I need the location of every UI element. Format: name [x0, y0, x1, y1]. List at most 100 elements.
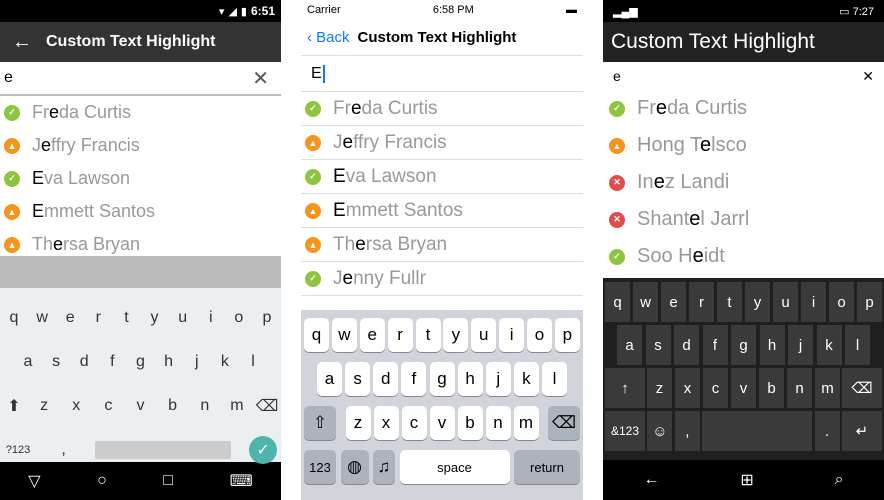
- space-key[interactable]: space: [399, 450, 510, 484]
- key-p[interactable]: p: [253, 296, 281, 340]
- key-s[interactable]: s: [42, 340, 70, 384]
- key-a[interactable]: a: [317, 362, 342, 396]
- key-c[interactable]: c: [94, 384, 122, 428]
- comma-key[interactable]: ,: [50, 428, 78, 472]
- key-u[interactable]: u: [169, 296, 197, 340]
- return-key[interactable]: return: [514, 450, 580, 484]
- key-n[interactable]: n: [485, 406, 511, 440]
- back-arrow-icon[interactable]: ←: [643, 471, 659, 489]
- key-x[interactable]: x: [373, 406, 399, 440]
- key-r[interactable]: r: [387, 318, 413, 352]
- emoji-icon[interactable]: ☺: [647, 411, 673, 451]
- key-a[interactable]: a: [617, 325, 642, 365]
- list-item[interactable]: ✓ Freda Curtis: [301, 92, 583, 126]
- shift-icon[interactable]: ⇧: [304, 406, 336, 440]
- key-g[interactable]: g: [429, 362, 455, 396]
- key-h[interactable]: h: [457, 362, 483, 396]
- symbols-key[interactable]: ?123: [4, 428, 32, 472]
- key-v[interactable]: v: [731, 368, 756, 408]
- key-f[interactable]: f: [98, 340, 126, 384]
- key-k[interactable]: k: [816, 325, 842, 365]
- windows-icon[interactable]: ⊞: [740, 470, 753, 490]
- list-item[interactable]: ✓ Eva Lawson: [301, 160, 583, 194]
- key-e[interactable]: e: [661, 282, 686, 322]
- search-input[interactable]: e: [4, 69, 13, 87]
- key-b[interactable]: b: [159, 384, 187, 428]
- space-key[interactable]: [702, 411, 813, 451]
- key-p[interactable]: p: [857, 282, 882, 322]
- list-item[interactable]: ▲ Jeffry Francis: [301, 126, 583, 160]
- list-item[interactable]: ▲ Thersa Bryan: [301, 228, 583, 262]
- list-item[interactable]: ▲ Thersa Bryan: [0, 228, 281, 256]
- key-g[interactable]: g: [731, 325, 756, 365]
- comma-key[interactable]: ,: [674, 411, 700, 451]
- back-triangle-icon[interactable]: ▽: [28, 471, 40, 491]
- list-item[interactable]: ✕ Shantel Jarrl: [603, 201, 884, 238]
- key-b[interactable]: b: [457, 406, 483, 440]
- key-k[interactable]: k: [513, 362, 539, 396]
- backspace-icon[interactable]: ⌫: [548, 406, 580, 440]
- list-item[interactable]: ▲ Hong Telsco: [603, 127, 884, 164]
- key-j[interactable]: j: [788, 325, 813, 365]
- key-q[interactable]: q: [304, 318, 329, 352]
- key-l[interactable]: l: [542, 362, 567, 396]
- list-item[interactable]: ▲ Emmett Santos: [301, 194, 583, 228]
- key-o[interactable]: o: [829, 282, 854, 322]
- key-w[interactable]: w: [633, 282, 658, 322]
- search-icon[interactable]: ⌕: [835, 471, 844, 489]
- search-input[interactable]: e: [613, 68, 621, 84]
- key-c[interactable]: c: [703, 368, 728, 408]
- key-t[interactable]: t: [112, 296, 140, 340]
- backspace-icon[interactable]: ⌫: [253, 384, 281, 428]
- list-item[interactable]: ✓ Jenny Fullr: [301, 262, 583, 296]
- key-q[interactable]: q: [605, 282, 630, 322]
- mic-icon[interactable]: ♫: [373, 450, 395, 484]
- space-key[interactable]: [95, 441, 232, 459]
- key-r[interactable]: r: [84, 296, 112, 340]
- key-e[interactable]: e: [56, 296, 84, 340]
- shift-icon[interactable]: ⬆: [0, 384, 28, 428]
- symbols-key[interactable]: &123: [605, 411, 645, 451]
- list-item[interactable]: ✓ Freda Curtis: [0, 96, 281, 129]
- key-h[interactable]: h: [759, 325, 785, 365]
- key-y[interactable]: y: [745, 282, 770, 322]
- key-l[interactable]: l: [845, 325, 870, 365]
- key-z[interactable]: z: [30, 384, 58, 428]
- key-y[interactable]: y: [141, 296, 169, 340]
- list-item[interactable]: ✓ Eva Lawson: [0, 162, 281, 195]
- key-n[interactable]: n: [787, 368, 812, 408]
- clear-icon[interactable]: ✕: [252, 66, 269, 91]
- key-t[interactable]: t: [415, 318, 441, 352]
- key-u[interactable]: u: [471, 318, 497, 352]
- key-h[interactable]: h: [155, 340, 183, 384]
- keyboard-icon[interactable]: ⌨: [230, 471, 253, 491]
- list-item[interactable]: ✕ Inez Landi: [603, 164, 884, 201]
- backspace-icon[interactable]: ⌫: [842, 368, 882, 408]
- list-item[interactable]: ✓ Soo Heidt: [603, 238, 884, 275]
- list-item[interactable]: ▲ Emmett Santos: [0, 195, 281, 228]
- key-l[interactable]: l: [239, 340, 267, 384]
- key-j[interactable]: j: [183, 340, 211, 384]
- back-button[interactable]: ‹ Back: [307, 29, 350, 46]
- key-x[interactable]: x: [62, 384, 90, 428]
- key-k[interactable]: k: [211, 340, 239, 384]
- recents-square-icon[interactable]: □: [163, 472, 173, 490]
- key-d[interactable]: d: [373, 362, 399, 396]
- key-b[interactable]: b: [759, 368, 784, 408]
- key-v[interactable]: v: [126, 384, 154, 428]
- key-c[interactable]: c: [401, 406, 427, 440]
- key-g[interactable]: g: [127, 340, 155, 384]
- list-item[interactable]: ▲ Jeffry Francis: [0, 129, 281, 162]
- key-d[interactable]: d: [70, 340, 98, 384]
- key-p[interactable]: p: [554, 318, 580, 352]
- key-i[interactable]: i: [197, 296, 225, 340]
- key-v[interactable]: v: [429, 406, 455, 440]
- key-z[interactable]: z: [647, 368, 672, 408]
- globe-icon[interactable]: ◍: [340, 450, 369, 484]
- key-x[interactable]: x: [675, 368, 700, 408]
- key-q[interactable]: q: [0, 296, 28, 340]
- search-bar[interactable]: e ✕: [0, 62, 281, 96]
- key-m[interactable]: m: [223, 384, 251, 428]
- key-f[interactable]: f: [702, 325, 728, 365]
- key-e[interactable]: e: [359, 318, 385, 352]
